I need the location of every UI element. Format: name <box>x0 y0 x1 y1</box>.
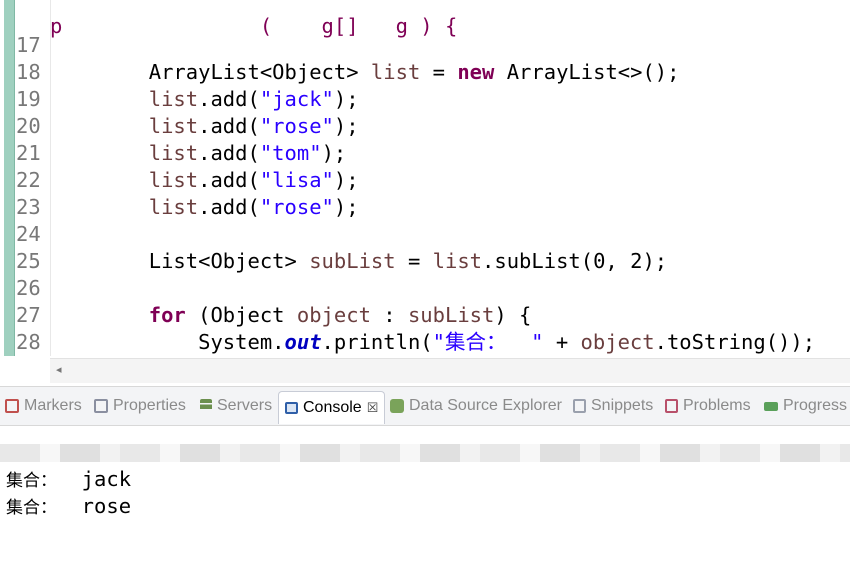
code-line-27: 27 System.out.println("集合： " + object.to… <box>0 275 850 354</box>
code-line-28: 28 } <box>0 302 850 354</box>
problems-icon <box>665 399 678 413</box>
scroll-left-arrow-icon[interactable]: ◂ <box>56 363 62 376</box>
code-line-17: 17 ArrayList<Object> list = new ArrayLis… <box>0 5 850 84</box>
markers-icon <box>5 399 19 413</box>
tab-label: Snippets <box>591 397 654 414</box>
tab-problems[interactable]: Problems <box>665 394 751 418</box>
tab-snippets[interactable]: Snippets <box>573 394 653 418</box>
view-tab-bar: Markers Properties Servers Console ☒ Dat… <box>0 386 850 426</box>
console-line: 集合： jack <box>6 465 131 493</box>
code-line-29: 29 <box>0 329 850 356</box>
tab-servers[interactable]: Servers <box>200 394 272 418</box>
output-value: rose <box>57 494 132 518</box>
progress-icon <box>764 401 778 411</box>
data-source-icon <box>390 399 404 413</box>
code-line-21: 21 list.add("lisa"); <box>0 113 850 192</box>
close-icon[interactable]: ☒ <box>367 400 379 416</box>
tab-markers[interactable]: Markers <box>5 394 82 418</box>
horizontal-scrollbar[interactable]: ◂ <box>50 358 850 383</box>
snippets-icon <box>573 399 586 413</box>
tab-label: Progress <box>783 397 848 414</box>
tab-console[interactable]: Console ☒ <box>278 391 386 424</box>
output-value: jack <box>57 467 132 491</box>
tab-label: Servers <box>217 397 273 414</box>
code-line-20: 20 list.add("tom"); <box>0 86 850 165</box>
console-line: 集合： rose <box>6 492 131 520</box>
console-toolbar <box>0 444 850 462</box>
code-editor[interactable]: p ( g[] g ) { 17 ArrayList<Object> list … <box>0 0 850 356</box>
tab-label: Markers <box>24 397 82 414</box>
console-output[interactable]: 集合： jack 集合： rose <box>0 464 850 574</box>
tab-properties[interactable]: Properties <box>94 394 186 418</box>
tab-label: Data Source Explorer <box>409 397 562 414</box>
code-line-19: 19 list.add("rose"); <box>0 59 850 138</box>
code-line-26: 26 for (Object object : subList) { <box>0 248 850 327</box>
code-line-18: 18 list.add("jack"); <box>0 32 850 111</box>
tab-progress[interactable]: Progress <box>764 394 847 418</box>
console-icon <box>285 402 298 414</box>
output-label: 集合： <box>6 471 57 491</box>
tab-data-source-explorer[interactable]: Data Source Explorer <box>390 394 562 418</box>
code-line-23: 23 <box>0 167 850 219</box>
servers-icon <box>200 399 212 413</box>
code-line-24: 24 List<Object> subList = list.subList(0… <box>0 194 850 273</box>
code-line-25: 25 <box>0 221 850 273</box>
code-line-22: 22 list.add("rose"); <box>0 140 850 219</box>
tab-label: Problems <box>683 397 751 414</box>
tab-label: Properties <box>113 397 186 414</box>
properties-icon <box>94 399 108 413</box>
output-label: 集合： <box>6 498 57 518</box>
tab-label: Console <box>303 399 362 416</box>
